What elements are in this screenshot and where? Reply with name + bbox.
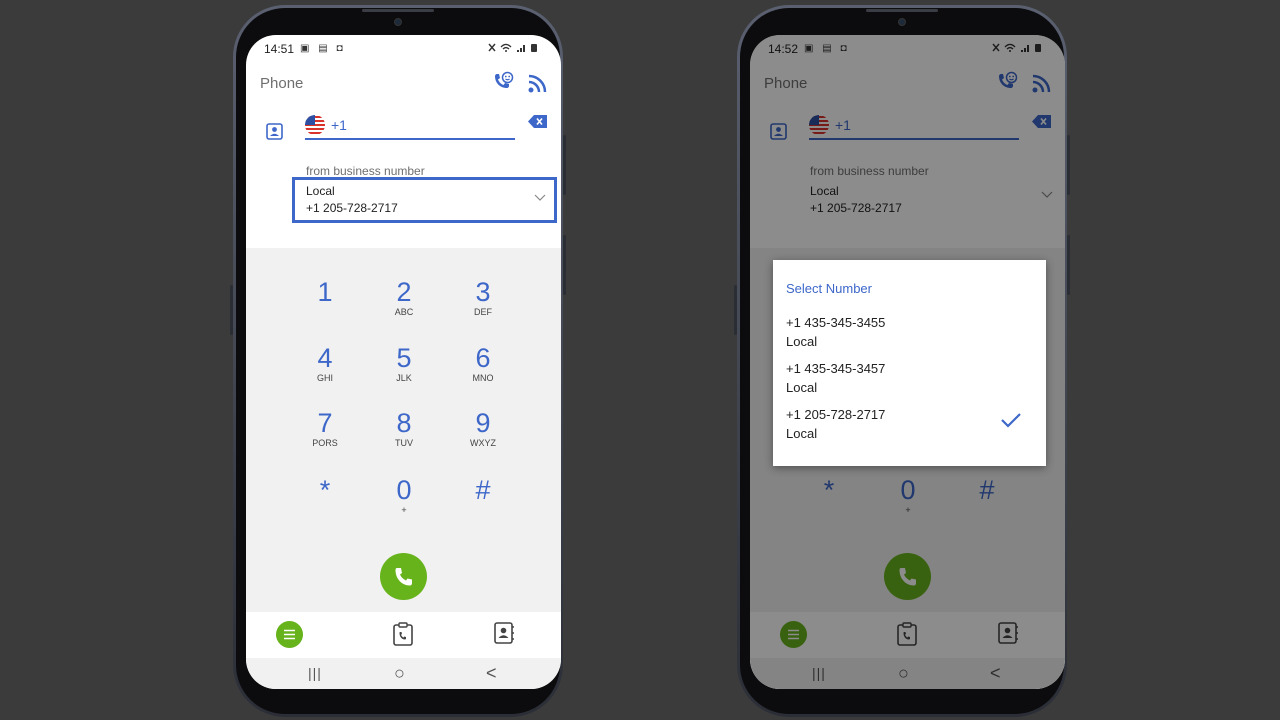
key-5[interactable]: 5JLK bbox=[374, 343, 434, 393]
from-number-dropdown[interactable]: Local +1 205-728-2717 bbox=[292, 177, 557, 223]
us-flag-icon[interactable] bbox=[305, 115, 325, 135]
dial-number-input[interactable]: +1 bbox=[305, 112, 515, 140]
camera-icon bbox=[898, 18, 906, 26]
from-number-section: from business number Local +1 205-728-27… bbox=[246, 164, 561, 226]
contacts-book-icon bbox=[494, 622, 514, 644]
option-number: +1 435-345-3457 bbox=[786, 361, 886, 376]
key-3[interactable]: 3DEF bbox=[453, 277, 513, 327]
status-bar: 14:51 ▣ ▤ ◘ bbox=[246, 35, 561, 62]
key-hash[interactable]: # bbox=[453, 475, 513, 525]
phone-left: 14:51 ▣ ▤ ◘ Phone +1 from business numbe… bbox=[230, 5, 566, 717]
back-button[interactable]: < bbox=[486, 663, 497, 684]
phone-icon bbox=[392, 565, 416, 589]
key-0[interactable]: 0 + bbox=[374, 475, 434, 525]
notification-icons: ▣ ▤ ◘ bbox=[300, 43, 346, 54]
from-number: +1 205-728-2717 bbox=[306, 201, 398, 215]
chevron-down-icon bbox=[534, 194, 546, 202]
option-number: +1 205-728-2717 bbox=[786, 407, 886, 422]
option-type: Local bbox=[786, 334, 818, 349]
nav-call-history[interactable] bbox=[392, 622, 414, 646]
contact-picker-icon[interactable] bbox=[266, 123, 283, 140]
dial-prefix: +1 bbox=[331, 117, 347, 133]
number-option-selected[interactable]: +1 205-728-2717 Local bbox=[786, 407, 1036, 451]
from-type: Local bbox=[306, 184, 335, 198]
key-2[interactable]: 2ABC bbox=[374, 277, 434, 327]
key-6[interactable]: 6MNO bbox=[453, 343, 513, 393]
home-button[interactable]: ○ bbox=[394, 663, 405, 684]
key-star[interactable]: * bbox=[295, 475, 355, 525]
key-4[interactable]: 4GHI bbox=[295, 343, 355, 393]
menu-icon bbox=[276, 621, 303, 648]
phone-status-icon[interactable] bbox=[491, 71, 515, 95]
status-time: 14:51 bbox=[264, 41, 295, 56]
number-option[interactable]: +1 435-345-3457 Local bbox=[786, 361, 1036, 405]
camera-icon bbox=[394, 18, 402, 26]
from-label: from business number bbox=[306, 164, 425, 178]
nav-menu[interactable] bbox=[276, 621, 303, 648]
option-type: Local bbox=[786, 380, 818, 395]
key-7[interactable]: 7PORS bbox=[295, 408, 355, 458]
phone-right: 14:52 ▣ ▤ ◘ Phone +1 from business numbe… bbox=[734, 5, 1070, 717]
backspace-icon[interactable] bbox=[528, 115, 547, 128]
rss-feed-icon[interactable] bbox=[527, 72, 549, 94]
system-nav-bar: ||| ○ < bbox=[246, 658, 561, 689]
nav-contacts[interactable] bbox=[493, 622, 515, 644]
app-bar: Phone bbox=[246, 62, 561, 104]
stage: 14:51 ▣ ▤ ◘ Phone +1 from business numbe… bbox=[0, 0, 1280, 720]
screen-right: 14:52 ▣ ▤ ◘ Phone +1 from business numbe… bbox=[750, 35, 1065, 689]
select-number-dialog: Select Number +1 435-345-3455 Local +1 4… bbox=[773, 260, 1046, 466]
system-status-icons bbox=[487, 42, 543, 56]
option-type: Local bbox=[786, 426, 818, 441]
dialpad: 1 2ABC 3DEF 4GHI 5JLK 6MNO 7PORS 8TUV 9W… bbox=[246, 248, 561, 612]
app-title: Phone bbox=[260, 74, 304, 92]
dialog-title: Select Number bbox=[786, 281, 872, 296]
checkmark-icon bbox=[1000, 412, 1022, 428]
key-1[interactable]: 1 bbox=[295, 277, 355, 327]
call-history-icon bbox=[393, 622, 413, 646]
call-button[interactable] bbox=[380, 553, 427, 600]
bottom-nav bbox=[246, 612, 561, 658]
option-number: +1 435-345-3455 bbox=[786, 315, 886, 330]
dial-number-row: +1 bbox=[246, 104, 561, 164]
key-9[interactable]: 9WXYZ bbox=[453, 408, 513, 458]
key-8[interactable]: 8TUV bbox=[374, 408, 434, 458]
number-option[interactable]: +1 435-345-3455 Local bbox=[786, 315, 1036, 359]
screen-left: 14:51 ▣ ▤ ◘ Phone +1 from business numbe… bbox=[246, 35, 561, 689]
recents-button[interactable]: ||| bbox=[308, 665, 322, 681]
